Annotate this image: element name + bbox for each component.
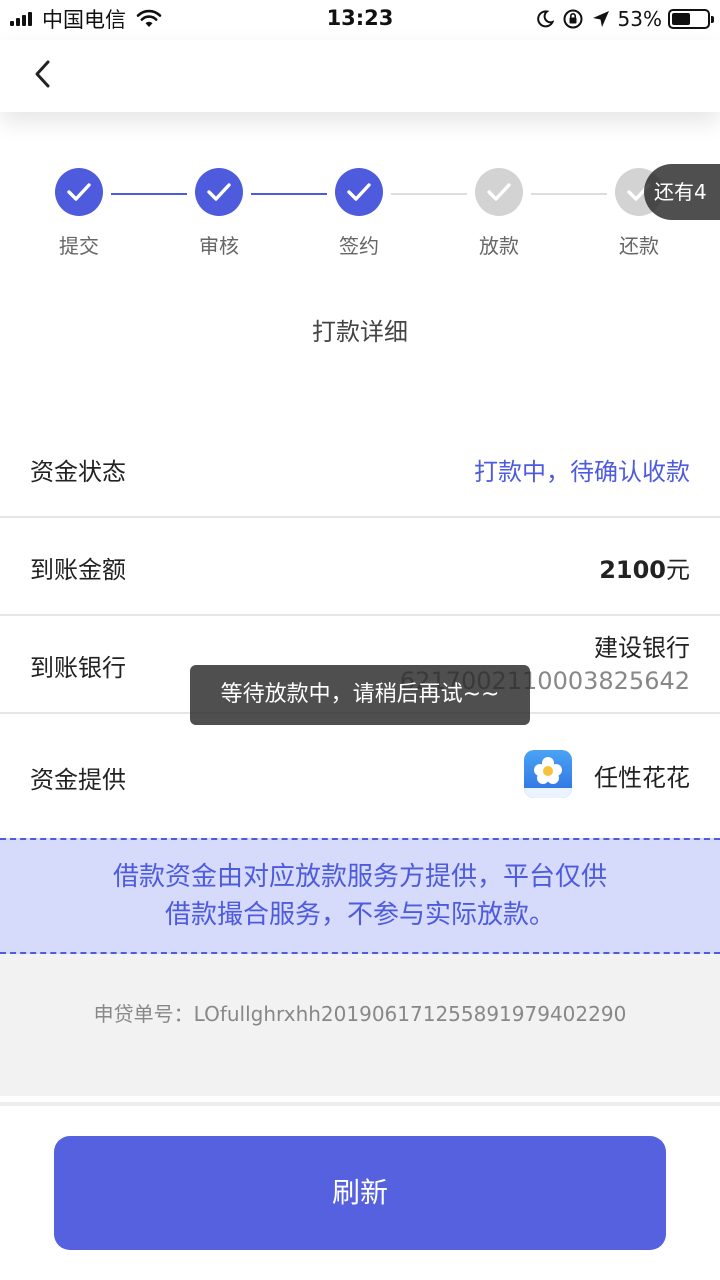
amount-number: 2100: [599, 556, 666, 584]
amount-row: 到账金额 2100元: [0, 518, 720, 616]
remaining-badge[interactable]: 还有4: [644, 164, 720, 220]
fund-status-label: 资金状态: [30, 458, 126, 486]
notice-line: 借款资金由对应放款服务方提供，平台仅供: [112, 862, 607, 892]
step-label: 放款: [479, 234, 519, 258]
step-label: 还款: [619, 234, 659, 258]
check-icon: [195, 168, 243, 216]
step-label: 审核: [199, 234, 239, 258]
back-button[interactable]: [26, 56, 62, 92]
moon-icon: [536, 10, 554, 28]
status-bar: 中国电信 13:23 53%: [0, 0, 720, 40]
toast-message: 等待放款中，请稍后再试~~: [190, 665, 530, 725]
check-icon: [475, 168, 523, 216]
step-submit: 提交: [29, 168, 129, 259]
provider-row: 资金提供 任性花花: [0, 714, 720, 838]
step-sign: 签约: [309, 168, 409, 259]
provider-label: 资金提供: [30, 766, 126, 794]
order-area: 申贷单号：LOfullghrxhh20190617125589197940229…: [0, 954, 720, 1096]
loan-order-number: 申贷单号：LOfullghrxhh20190617125589197940229…: [93, 1002, 627, 1026]
nav-bar: [0, 40, 720, 112]
progress-steps: 提交 审核 签约 放款 还款: [0, 168, 720, 268]
battery-percent: 53%: [617, 7, 662, 31]
disclaimer-notice: 借款资金由对应放款服务方提供，平台仅供 借款撮合服务，不参与实际放款。: [0, 838, 720, 954]
step-label: 提交: [59, 234, 99, 258]
amount-label: 到账金额: [30, 556, 126, 584]
bank-name: 建设银行: [594, 634, 690, 662]
location-arrow-icon: [592, 11, 609, 27]
rotation-lock-icon: [563, 9, 583, 29]
step-label: 签约: [339, 234, 379, 258]
chevron-left-icon: [35, 60, 50, 88]
refresh-button[interactable]: 刷新: [54, 1136, 666, 1250]
amount-value: 2100元: [599, 550, 690, 585]
bank-label: 到账银行: [30, 654, 126, 682]
provider-name: 任性花花: [594, 764, 690, 792]
step-disburse: 放款: [449, 168, 549, 259]
divider: [0, 1102, 720, 1106]
check-icon: [55, 168, 103, 216]
fund-status-value: 打款中，待确认收款: [474, 458, 690, 486]
check-icon: [335, 168, 383, 216]
renxing-huahua-logo-icon: [524, 750, 572, 798]
amount-unit: 元: [666, 556, 690, 584]
battery-icon: [668, 9, 714, 29]
notice-line: 借款撮合服务，不参与实际放款。: [164, 900, 555, 930]
section-title: 打款详细: [312, 318, 408, 346]
step-review: 审核: [169, 168, 269, 259]
fund-status-row: 资金状态 打款中，待确认收款: [0, 420, 720, 518]
